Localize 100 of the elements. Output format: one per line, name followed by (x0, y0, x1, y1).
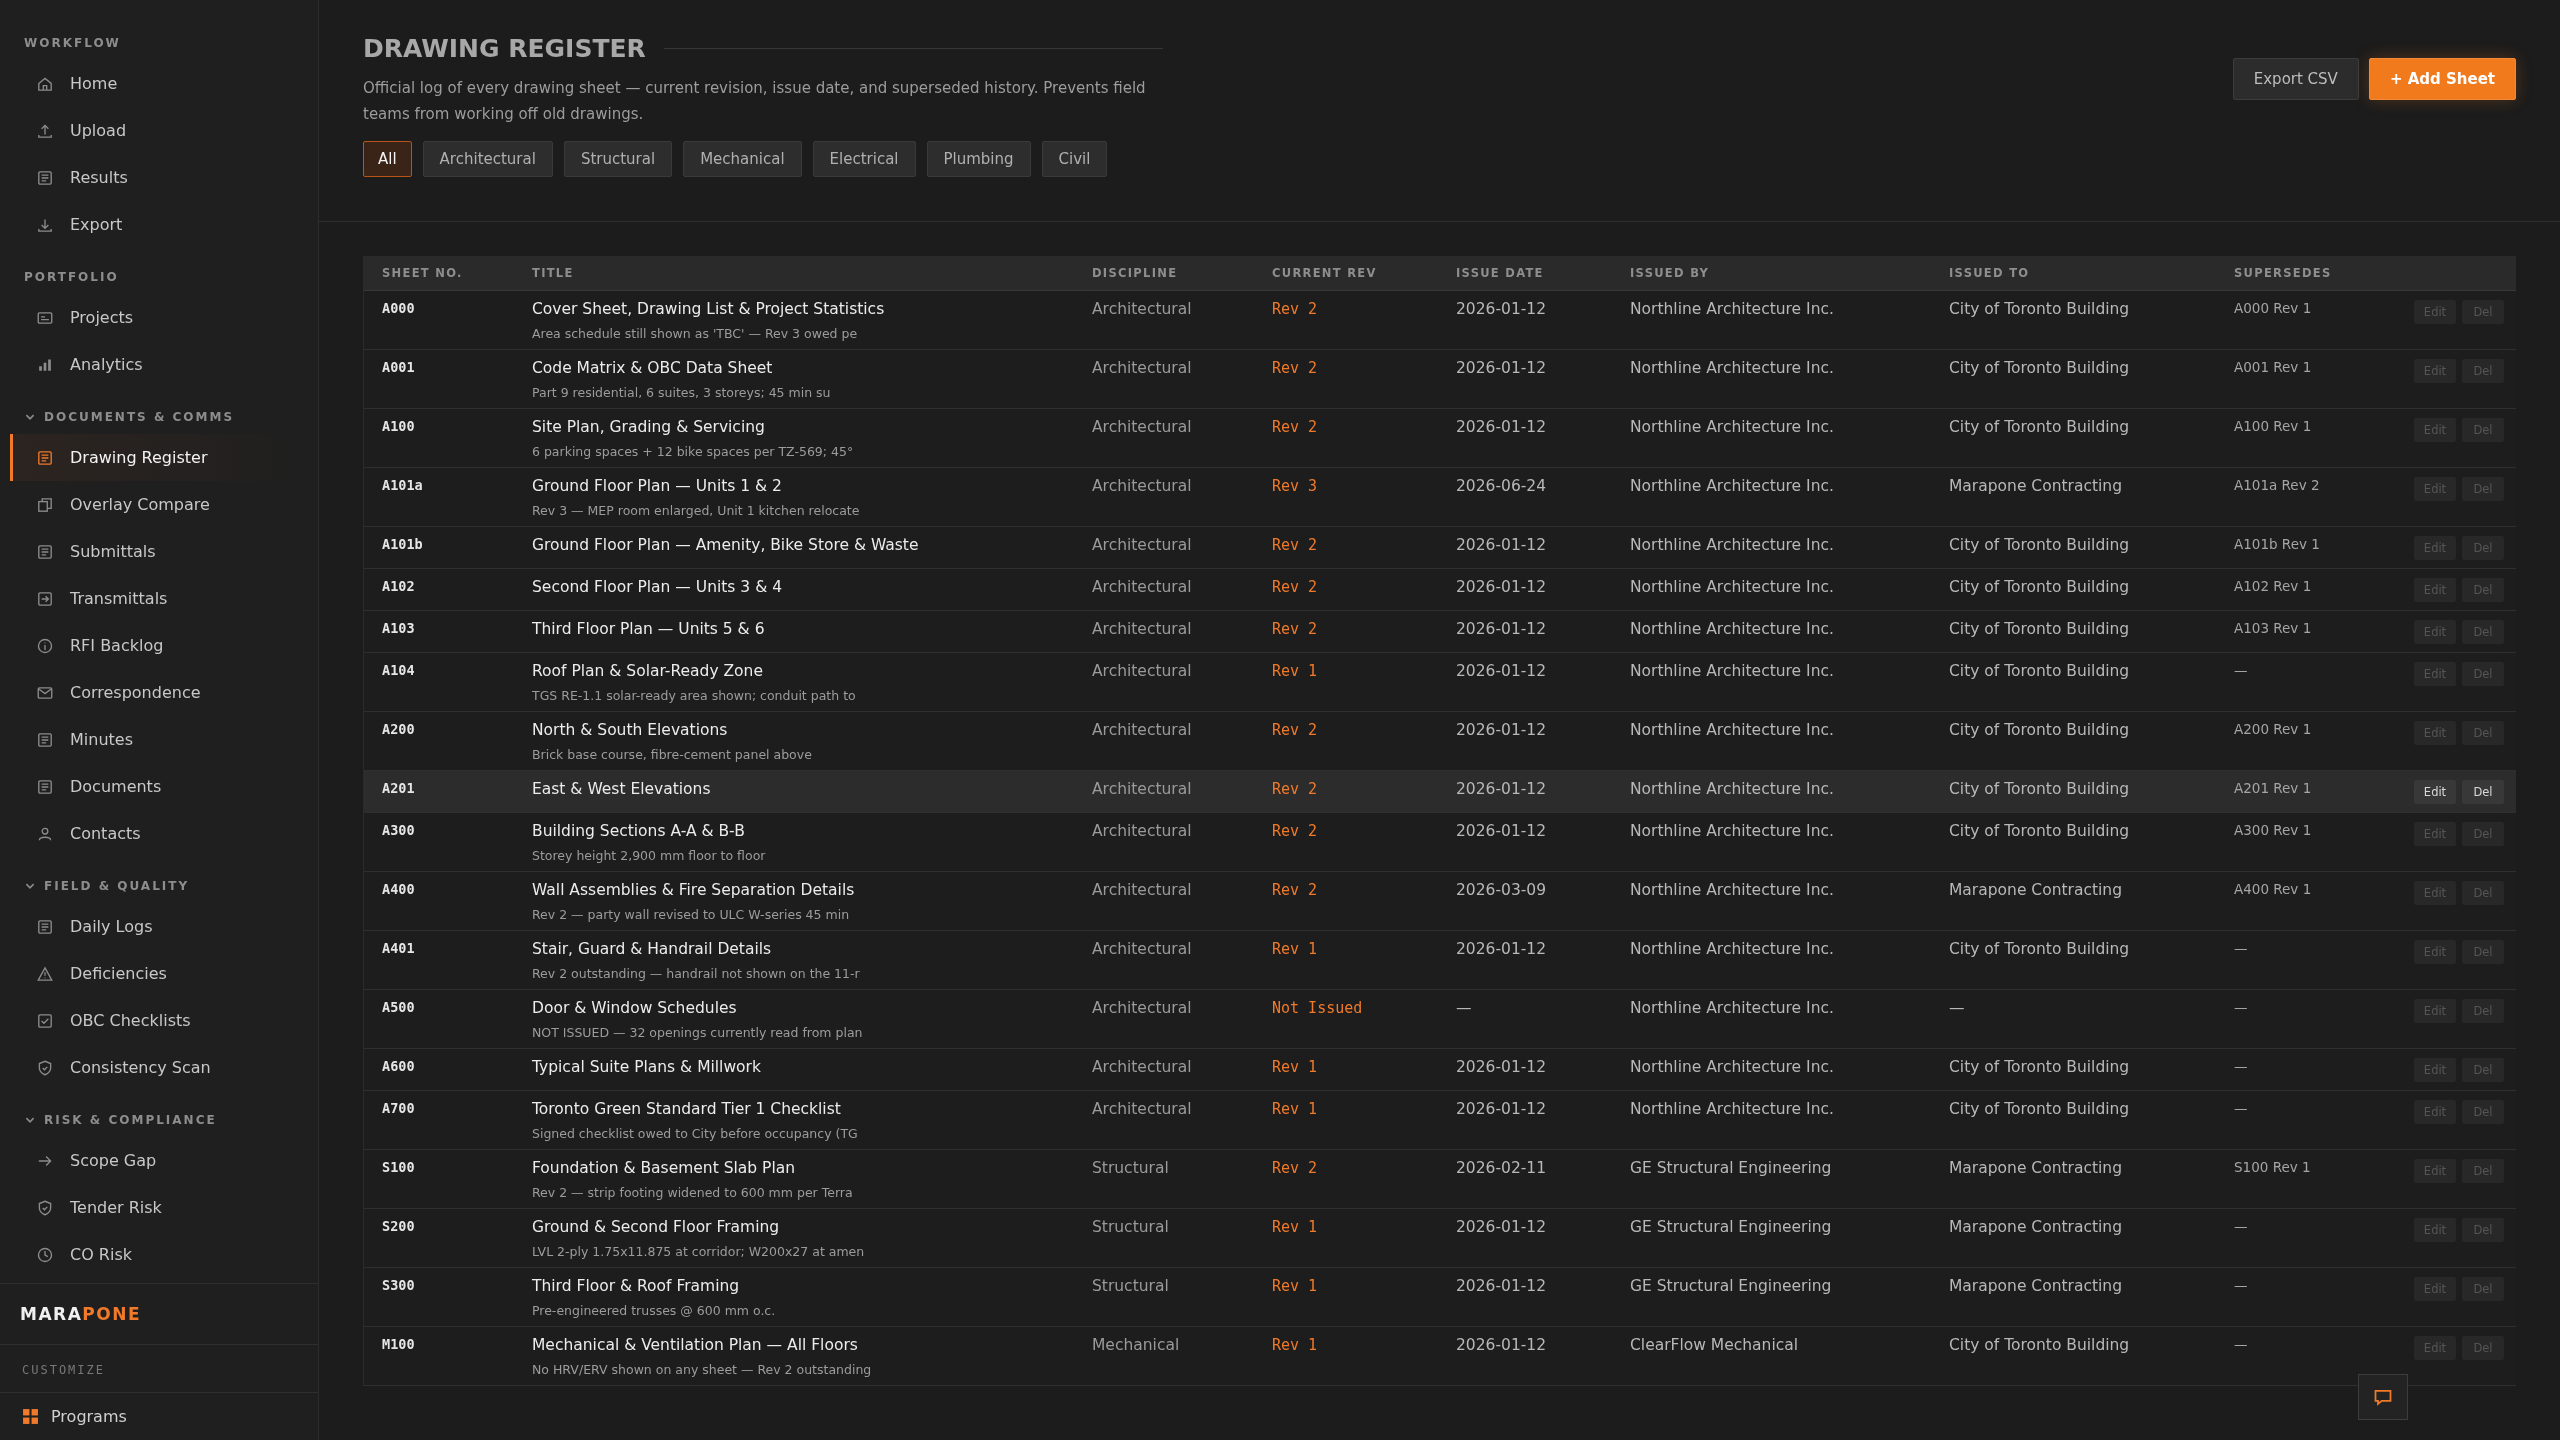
filter-tab[interactable]: Architectural (422, 141, 553, 177)
supersedes-cell-text: A200 Rev 1 (2234, 721, 2313, 739)
sheet-number: S200 (382, 1218, 416, 1236)
nav-item[interactable]: Correspondence (10, 669, 308, 716)
sheet-title: Roof Plan & Solar-Ready Zone (532, 662, 764, 680)
issued-to-cell-text: Marapone Contracting (1949, 881, 2123, 901)
chat-button[interactable] (2358, 1374, 2408, 1420)
sheet-title: Typical Suite Plans & Millwork (532, 1058, 762, 1076)
sheet-title: Door & Window Schedules (532, 999, 738, 1017)
issued-to-cell-text: Marapone Contracting (1949, 1159, 2123, 1179)
date-cell-text: 2026-01-12 (1456, 1336, 1548, 1356)
nav-item[interactable]: Submittals (10, 528, 308, 575)
date-cell-text: 2026-06-24 (1456, 477, 1548, 497)
nav-item[interactable]: Home (10, 60, 308, 107)
sheet-note: Signed checklist owed to City before occupancy (TG (532, 1126, 859, 1141)
revision-cell-text: Rev 1 (1272, 940, 1319, 960)
nav-item[interactable]: Analytics (10, 341, 308, 388)
column-header: TITLE (532, 266, 575, 280)
sheet-number: A700 (382, 1100, 416, 1118)
sheet-title: Ground Floor Plan — Units 1 & 2 (532, 477, 783, 495)
sheet-note: Rev 2 — party wall revised to ULC W-series 45 min (532, 907, 851, 922)
discipline-cell-text: Mechanical (1092, 1336, 1181, 1356)
date-cell-text: 2026-01-12 (1456, 300, 1548, 320)
sheet-title: Site Plan, Grading & Servicing (532, 418, 766, 436)
revision-cell-text: Rev 2 (1272, 359, 1319, 379)
edit-button[interactable]: Edit (2414, 780, 2456, 804)
filter-tab[interactable]: Plumbing (926, 141, 1031, 177)
doc-icon (36, 730, 54, 749)
issued-to-cell-text: City of Toronto Building (1949, 300, 2131, 320)
sheet-number: A300 (382, 822, 416, 840)
sheet-note: No HRV/ERV shown on any sheet — Rev 2 outstanding (532, 1362, 873, 1377)
sheet-note: Brick base course, fibre-cement panel above (532, 747, 813, 762)
filter-tab[interactable]: Structural (563, 141, 673, 177)
issued-to-cell-text: City of Toronto Building (1949, 620, 2131, 640)
issued-by-cell-text: Northline Architecture Inc. (1630, 999, 1835, 1019)
supersedes-cell-text: A201 Rev 1 (2234, 780, 2313, 798)
date-cell-text: 2026-01-12 (1456, 1277, 1548, 1297)
sheet-title: Code Matrix & OBC Data Sheet (532, 359, 774, 377)
nav-item[interactable]: Contacts (10, 810, 308, 857)
discipline-cell-text: Structural (1092, 1218, 1170, 1238)
nav-item[interactable]: Projects (10, 294, 308, 341)
sheet-title: Second Floor Plan — Units 3 & 4 (532, 578, 783, 596)
issued-by-cell-text: Northline Architecture Inc. (1630, 1058, 1835, 1078)
table-row[interactable]: A201 East & West Elevations Architectural Rev 2 2026-01-12 Northline Architecture Inc. City of Toronto Building A201 Rev 1 Edit Del (364, 771, 2516, 813)
clock-icon (36, 1245, 54, 1264)
supersedes-cell-text: — (2234, 940, 2249, 958)
nav-item[interactable]: Export (10, 201, 308, 248)
sheet-number: A101a (382, 477, 424, 495)
nav-item[interactable]: Deficiencies (10, 950, 308, 997)
issued-to-cell-text: City of Toronto Building (1949, 359, 2131, 379)
sheet-title: East & West Elevations (532, 780, 712, 798)
nav-item[interactable]: Transmittals (10, 575, 308, 622)
revision-cell-text: Rev 3 (1272, 477, 1319, 497)
nav-item[interactable]: Programs (0, 1392, 318, 1440)
nav-item[interactable]: Documents (10, 763, 308, 810)
shield-icon (36, 1058, 54, 1077)
revision-cell-text: Rev 2 (1272, 721, 1319, 741)
nav-item[interactable]: Overlay Compare (10, 481, 308, 528)
nav-item[interactable]: Scope Gap (10, 1137, 308, 1184)
sheet-title: Mechanical & Ventilation Plan — All Floors (532, 1336, 859, 1354)
issued-by-cell-text: Northline Architecture Inc. (1630, 1100, 1835, 1120)
sheet-title: Toronto Green Standard Tier 1 Checklist (532, 1100, 842, 1118)
nav-item[interactable]: OBC Checklists (10, 997, 308, 1044)
sheet-number: A600 (382, 1058, 416, 1076)
sheet-title: Stair, Guard & Handrail Details (532, 940, 773, 958)
sheet-number: M100 (382, 1336, 416, 1354)
nav-item[interactable]: CO Risk (10, 1231, 308, 1278)
column-header: ISSUED TO (1949, 266, 2031, 280)
nav-item[interactable]: RFI Backlog (10, 622, 308, 669)
sheet-note: 6 parking spaces + 12 bike spaces per TZ-569; 45° (532, 444, 855, 459)
nav-item[interactable]: Results (10, 154, 308, 201)
nav-item[interactable]: Minutes (10, 716, 308, 763)
nav-item[interactable]: Consistency Scan (10, 1044, 308, 1091)
filter-tab[interactable]: Mechanical (683, 141, 802, 177)
sheet-title: Wall Assemblies & Fire Separation Details (532, 881, 856, 899)
issued-to-cell-text: City of Toronto Building (1949, 1058, 2131, 1078)
column-header: CURRENT REV (1272, 266, 1378, 280)
sheet-title: Cover Sheet, Drawing List & Project Statistics (532, 300, 886, 318)
export-button[interactable]: Export CSV (2232, 58, 2359, 100)
nav-item[interactable]: Upload (10, 107, 308, 154)
sheet-note: Rev 2 — strip footing widened to 600 mm per Terra (532, 1185, 854, 1200)
sheet-title: Ground Floor Plan — Amenity, Bike Store & Waste (532, 536, 920, 554)
filter-tab[interactable]: All (363, 141, 412, 177)
filter-tab[interactable]: Civil (1041, 141, 1108, 177)
section-label: FIELD & QUALITY (44, 879, 190, 893)
nav-item[interactable]: Tender Risk (10, 1184, 308, 1231)
delete-button[interactable]: Del (2462, 780, 2504, 804)
date-cell-text: 2026-01-12 (1456, 780, 1548, 800)
revision-cell-text: Rev 2 (1272, 620, 1319, 640)
issued-to-cell-text: City of Toronto Building (1949, 1100, 2131, 1120)
nav-item[interactable]: Daily Logs (10, 903, 308, 950)
supersedes-cell-text: — (2234, 1277, 2249, 1295)
discipline-cell-text: Architectural (1092, 300, 1193, 320)
date-cell-text: 2026-02-11 (1456, 1159, 1548, 1179)
sheet-note: Area schedule still shown as 'TBC' — Rev 3 owed pe (532, 326, 859, 341)
filter-tab[interactable]: Electrical (812, 141, 916, 177)
section-label: RISK & COMPLIANCE (44, 1113, 217, 1127)
revision-cell-text: Rev 1 (1272, 662, 1319, 682)
revision-cell-text: Rev 2 (1272, 300, 1319, 320)
sheet-note: LVL 2-ply 1.75x11.875 at corridor; W200x27 at amen (532, 1244, 866, 1259)
